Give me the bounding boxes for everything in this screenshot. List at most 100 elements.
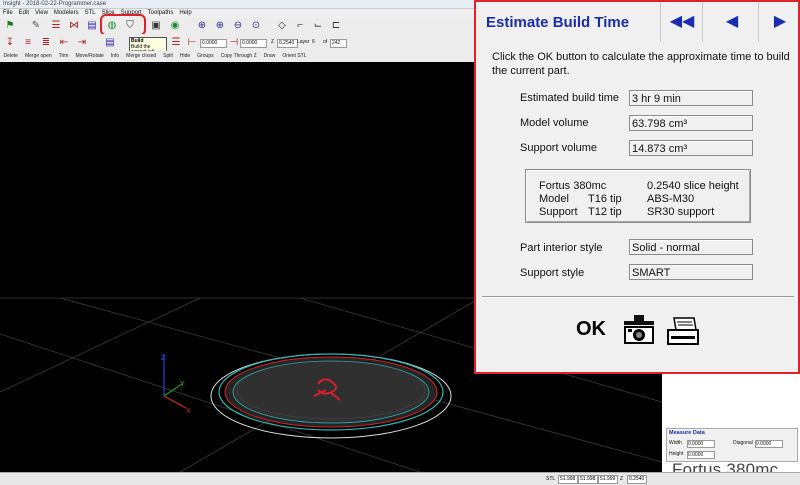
range-start-icon[interactable]: ⊢: [186, 37, 198, 49]
build-time-label: Estimated build time: [520, 92, 620, 104]
dialog-instruction: Click the OK button to calculate the app…: [492, 51, 790, 77]
build-config-box: Fortus 380mc 0.2540 slice height Model T…: [525, 169, 751, 223]
width-field[interactable]: 0.0000: [687, 440, 715, 448]
status-bar: STL 51.998 51.998 51.999 Z 0.2540: [0, 472, 800, 485]
merge-closed-button[interactable]: Merge closed: [123, 51, 160, 62]
width-label: Width: [669, 440, 682, 446]
axis-triad: Z Y X: [161, 354, 191, 415]
snapshot-button[interactable]: [622, 313, 656, 354]
build-highlight: [100, 14, 146, 36]
forward-button[interactable]: ▶: [766, 7, 794, 37]
layer-first-icon[interactable]: ⇤: [58, 37, 70, 49]
model-volume-value: 63.798 cm³: [629, 115, 753, 131]
slice-icon[interactable]: ☰: [50, 20, 62, 32]
menu-stl[interactable]: STL: [82, 9, 99, 18]
camera-icon: [624, 315, 654, 344]
range-icon[interactable]: ☰: [170, 37, 182, 49]
layer-up-icon[interactable]: ≡: [22, 37, 34, 49]
flag-icon[interactable]: ⚑: [4, 20, 16, 32]
dialog-separator: [482, 296, 794, 298]
layer-last-icon[interactable]: ⇥: [76, 37, 88, 49]
hide-button[interactable]: Hide: [176, 51, 193, 62]
support-label: Support: [539, 206, 578, 218]
toolpath-icon[interactable]: ▤: [86, 20, 98, 32]
view-top-icon[interactable]: ⌐: [294, 20, 306, 32]
build-time-value: 3 hr 9 min: [629, 90, 753, 106]
measure-data-panel: Measure Data Width 0.0000 Diagonal 0.000…: [666, 428, 798, 462]
support-tip: T12 tip: [588, 206, 622, 218]
nav-divider: [660, 2, 661, 42]
view-side-icon[interactable]: ⊏: [330, 20, 342, 32]
support-volume-value: 14.873 cm³: [629, 140, 753, 156]
orient-stl-button[interactable]: Orient STL: [279, 51, 310, 62]
print-button[interactable]: [666, 316, 700, 353]
height-field[interactable]: 0.0000: [687, 451, 715, 459]
tool-icon[interactable]: ✎: [30, 20, 42, 32]
slice-height: 0.2540 slice height: [647, 180, 739, 192]
draw-button[interactable]: Draw: [260, 51, 279, 62]
zoom-in-icon[interactable]: ⊕: [214, 20, 226, 32]
support-material: SR30 support: [647, 206, 715, 218]
range-start-field[interactable]: 0.0000: [200, 39, 227, 48]
back-button[interactable]: ◀: [718, 7, 746, 37]
trim-button[interactable]: Trim: [55, 51, 72, 62]
model-label: Model: [539, 193, 569, 205]
align-icon[interactable]: ↧: [4, 37, 16, 49]
z-field[interactable]: 0.2540: [277, 39, 298, 48]
layer-down-icon[interactable]: ≣: [40, 37, 52, 49]
model-volume-label: Model volume: [520, 117, 589, 129]
printer-icon: [667, 317, 699, 345]
range-end-field[interactable]: 0.0000: [240, 39, 267, 48]
menu-toolpaths[interactable]: Toolpaths: [145, 9, 177, 18]
layer-value: 6: [312, 39, 315, 45]
chevron-left-icon: ◀: [725, 13, 739, 30]
status-x2: 51.999: [598, 475, 618, 484]
layer-label: Layer: [297, 39, 310, 45]
save-icon[interactable]: ▣: [150, 20, 162, 32]
menu-help[interactable]: Help: [176, 9, 194, 18]
machine-name: Fortus 380mc: [539, 180, 607, 192]
menu-modelers[interactable]: Modelers: [51, 9, 82, 18]
support-style-label: Support style: [520, 267, 585, 279]
merge-open-button[interactable]: Merge open: [21, 51, 55, 62]
support-icon[interactable]: ⋈: [68, 20, 80, 32]
layer-count-field: 242: [330, 39, 347, 48]
menu-edit[interactable]: Edit: [16, 9, 32, 18]
svg-text:Z: Z: [161, 355, 166, 362]
application-window: Insight - 2018-02-22-Programmer.case Fil…: [0, 0, 800, 485]
chevron-right-icon: ▶: [773, 13, 787, 30]
rewind-button[interactable]: ◀◀: [668, 7, 696, 37]
groups-button[interactable]: Groups: [194, 51, 217, 62]
view-iso-icon[interactable]: ◇: [276, 20, 288, 32]
diagonal-field[interactable]: 0.0000: [755, 440, 783, 448]
move-rotate-button[interactable]: Move/Rotate: [72, 51, 107, 62]
measure-title: Measure Data: [669, 430, 705, 436]
status-mode: STL: [546, 476, 556, 482]
build-part[interactable]: [210, 353, 452, 439]
diagonal-label: Diagonal: [733, 440, 753, 446]
ok-button[interactable]: OK: [576, 318, 606, 341]
support-style-value: SMART: [629, 264, 753, 280]
menu-view[interactable]: View: [32, 9, 51, 18]
copy-through-z-button[interactable]: Copy Through Z: [217, 51, 260, 62]
range-end-icon[interactable]: ⊣: [228, 37, 240, 49]
estimate-build-time-dialog: Estimate Build Time ◀◀ ◀ ▶ Click the OK …: [474, 0, 800, 374]
estimate-icon[interactable]: ◉: [169, 20, 181, 32]
status-x: 51.998: [558, 475, 578, 484]
zoom-out-icon[interactable]: ⊖: [232, 20, 244, 32]
info-button[interactable]: Info: [107, 51, 122, 62]
delete-button[interactable]: Delete: [0, 51, 21, 62]
zoom-fit-icon[interactable]: ⊙: [250, 20, 262, 32]
layers-icon[interactable]: ▤: [104, 37, 116, 49]
support-volume-label: Support volume: [520, 142, 598, 154]
split-button[interactable]: Split: [160, 51, 177, 62]
view-front-icon[interactable]: ⌙: [312, 20, 324, 32]
menu-file[interactable]: File: [0, 9, 16, 18]
model-tip: T16 tip: [588, 193, 622, 205]
zoom-icon[interactable]: ⊕: [196, 20, 208, 32]
svg-text:X: X: [186, 408, 191, 415]
dialog-title: Estimate Build Time: [486, 14, 630, 31]
svg-text:Y: Y: [180, 381, 185, 388]
double-chevron-left-icon: ◀◀: [669, 13, 695, 30]
nav-divider: [702, 2, 703, 42]
